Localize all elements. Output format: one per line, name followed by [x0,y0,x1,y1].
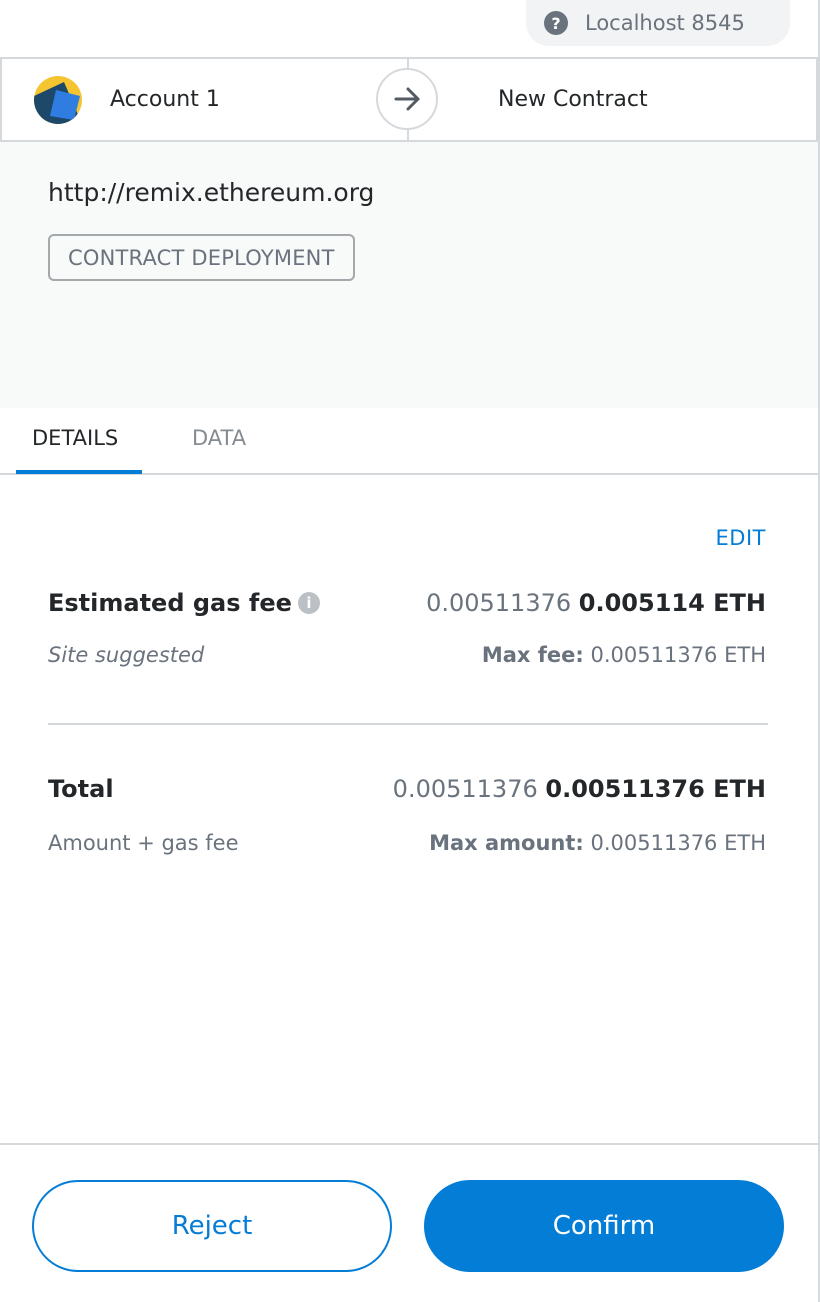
total-sub-label: Amount + gas fee [48,831,239,855]
confirm-button[interactable]: Confirm [424,1180,784,1272]
max-fee-value: 0.00511376 ETH [590,643,767,667]
edit-gas-link[interactable]: EDIT [716,526,766,550]
reject-button[interactable]: Reject [32,1180,392,1272]
total-value: 0.00511376 0.00511376 ETH [393,775,766,803]
tab-data[interactable]: DATA [192,426,246,450]
total-secondary: 0.00511376 [392,775,538,803]
max-amount-label: Max amount: [429,831,584,855]
origin-url: http://remix.ethereum.org [48,178,375,207]
sender-recipient-bar: Account 1 New Contract [0,57,818,142]
account-avatar [34,76,82,124]
divider [48,723,768,725]
gas-fee-label: Estimated gas fee [48,589,292,617]
total-title: Total [48,775,114,803]
gas-fee-source: Site suggested [48,643,205,667]
total-primary: 0.00511376 ETH [545,775,766,803]
sender-account-name[interactable]: Account 1 [110,87,220,112]
question-circle-icon: ? [544,11,568,35]
recipient-name: New Contract [498,87,648,112]
network-selector[interactable]: ? Localhost 8545 [526,0,790,46]
arrow-right-icon [376,68,438,130]
gas-fee-title: Estimated gas fee i [48,589,320,617]
max-amount-value: 0.00511376 ETH [590,831,767,855]
confirm-transaction-page: ? Localhost 8545 Account 1 New Contract … [0,0,820,1302]
tab-bar: DETAILS DATA [0,408,818,475]
max-fee: Max fee: 0.00511376 ETH [482,643,766,667]
footer: Reject Confirm [0,1143,818,1302]
max-amount: Max amount: 0.00511376 ETH [429,831,766,855]
info-icon[interactable]: i [297,592,320,614]
network-label: Localhost 8545 [585,11,745,35]
origin-section: http://remix.ethereum.org CONTRACT DEPLO… [0,142,818,408]
gas-fee-value: 0.00511376 0.005114 ETH [426,589,766,617]
max-fee-label: Max fee: [481,643,584,667]
tab-details[interactable]: DETAILS [32,426,118,450]
network-row: ? Localhost 8545 [0,0,818,57]
transaction-type-badge: CONTRACT DEPLOYMENT [48,234,355,281]
gas-fee-primary: 0.005114 ETH [578,589,766,617]
gas-fee-secondary: 0.00511376 [426,589,572,617]
active-tab-indicator [16,470,142,474]
